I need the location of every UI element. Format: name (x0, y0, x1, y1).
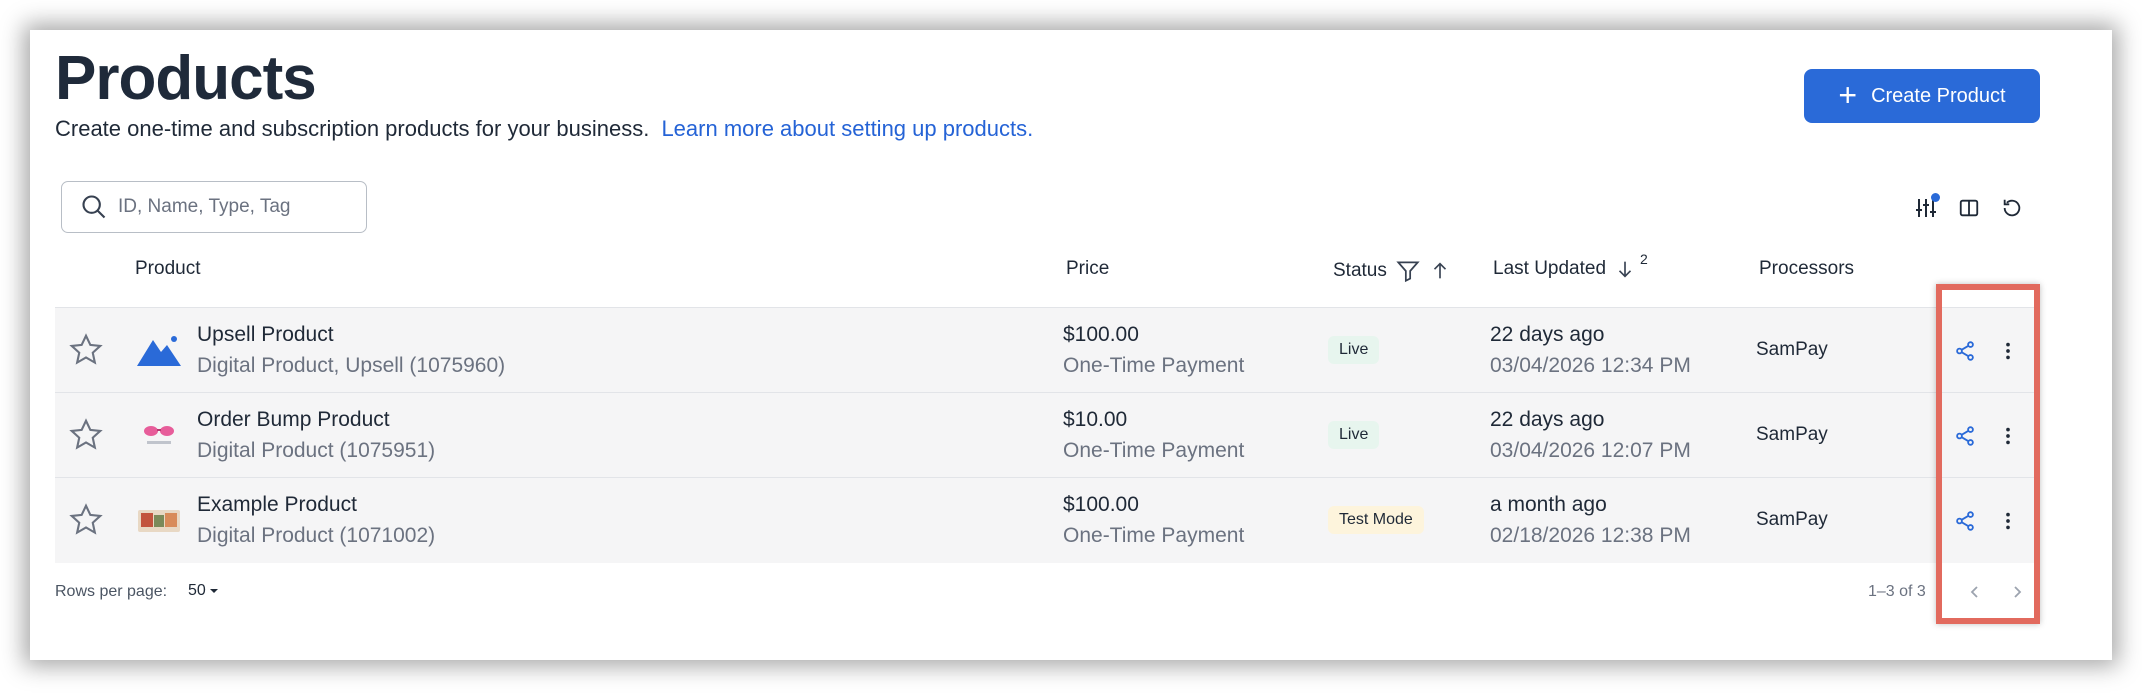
product-price: $10.00 (1063, 408, 1128, 431)
updated-relative: 22 days ago (1490, 408, 1605, 431)
share-icon[interactable] (1951, 337, 1979, 365)
payment-type: One-Time Payment (1063, 354, 1245, 377)
updated-date: 02/18/2026 12:38 PM (1490, 524, 1691, 547)
search-icon (82, 195, 106, 219)
filter-funnel-icon[interactable] (1395, 258, 1421, 284)
product-name[interactable]: Example Product (197, 493, 357, 517)
sort-order-badge: 2 (1640, 251, 1648, 267)
next-page-icon[interactable] (2003, 578, 2031, 606)
sort-descending-icon[interactable] (1614, 258, 1636, 280)
status-badge: Live (1328, 421, 1380, 449)
pagination-range: 1–3 of 3 (1868, 583, 1926, 600)
filter-sliders-icon[interactable] (1911, 193, 1941, 223)
create-product-button[interactable]: + Create Product (1804, 69, 2040, 123)
column-header-price[interactable]: Price (1066, 258, 1109, 280)
status-badge: Live (1328, 336, 1380, 364)
updated-relative: 22 days ago (1490, 323, 1605, 346)
column-header-status[interactable]: Status (1333, 258, 1451, 284)
more-options-icon[interactable] (1994, 337, 2022, 365)
star-icon[interactable] (68, 417, 104, 453)
updated-date: 03/04/2026 12:34 PM (1490, 354, 1691, 377)
updated-relative: a month ago (1490, 493, 1607, 516)
payment-type: One-Time Payment (1063, 524, 1245, 547)
table-row[interactable]: Example Product Digital Product (1071002… (55, 477, 2037, 563)
subtitle-text: Create one-time and subscription product… (55, 116, 650, 141)
plus-icon: + (1838, 76, 1858, 113)
more-options-icon[interactable] (1994, 507, 2022, 535)
mountain-icon (137, 330, 181, 370)
product-price: $100.00 (1063, 493, 1139, 516)
refresh-icon[interactable] (1997, 193, 2027, 223)
column-header-processors[interactable]: Processors (1759, 258, 1854, 280)
column-header-processors-label: Processors (1759, 258, 1855, 279)
search-input[interactable] (116, 195, 340, 219)
column-header-last-updated[interactable]: Last Updated 2 (1493, 251, 1648, 280)
more-options-icon[interactable] (1994, 422, 2022, 450)
column-header-product[interactable]: Product (135, 258, 200, 280)
column-header-price-label: Price (1066, 258, 1110, 279)
active-filter-dot (1931, 193, 1940, 202)
processor: SamPay (1756, 339, 1828, 360)
create-product-label: Create Product (1871, 84, 2006, 107)
product-name[interactable]: Order Bump Product (197, 408, 390, 432)
rows-per-page-value: 50 (188, 582, 206, 599)
product-price: $100.00 (1063, 323, 1139, 346)
star-icon[interactable] (68, 332, 104, 368)
processor: SamPay (1756, 424, 1828, 445)
sort-ascending-icon[interactable] (1429, 260, 1451, 282)
caret-down-icon (209, 589, 218, 593)
column-header-status-label: Status (1333, 260, 1387, 281)
rows-per-page-label: Rows per page: (55, 583, 168, 600)
star-icon[interactable] (68, 502, 104, 538)
rows-per-page-select[interactable]: 50 (188, 582, 220, 600)
columns-icon[interactable] (1954, 193, 1984, 223)
status-badge: Test Mode (1328, 506, 1424, 534)
column-header-product-label: Product (135, 258, 201, 279)
table-row[interactable]: Order Bump Product Digital Product (1075… (55, 392, 2037, 478)
share-icon[interactable] (1951, 507, 1979, 535)
table-row[interactable]: Upsell Product Digital Product, Upsell (… (55, 307, 2037, 393)
page-subtitle: Create one-time and subscription product… (55, 116, 1033, 142)
product-photo (137, 500, 181, 540)
payment-type: One-Time Payment (1063, 439, 1245, 462)
previous-page-icon[interactable] (1961, 578, 1989, 606)
product-name[interactable]: Upsell Product (197, 323, 334, 347)
page-title: Products (55, 44, 317, 113)
learn-more-link[interactable]: Learn more about setting up products. (661, 116, 1033, 141)
product-subtitle: Digital Product (1075951) (197, 439, 436, 462)
processor: SamPay (1756, 509, 1828, 530)
sunglasses-image (137, 415, 181, 455)
share-icon[interactable] (1951, 422, 1979, 450)
search-box[interactable] (61, 181, 367, 233)
product-subtitle: Digital Product, Upsell (1075960) (197, 354, 506, 377)
updated-date: 03/04/2026 12:07 PM (1490, 439, 1691, 462)
column-header-last-updated-label: Last Updated (1493, 258, 1607, 279)
product-subtitle: Digital Product (1071002) (197, 524, 436, 547)
